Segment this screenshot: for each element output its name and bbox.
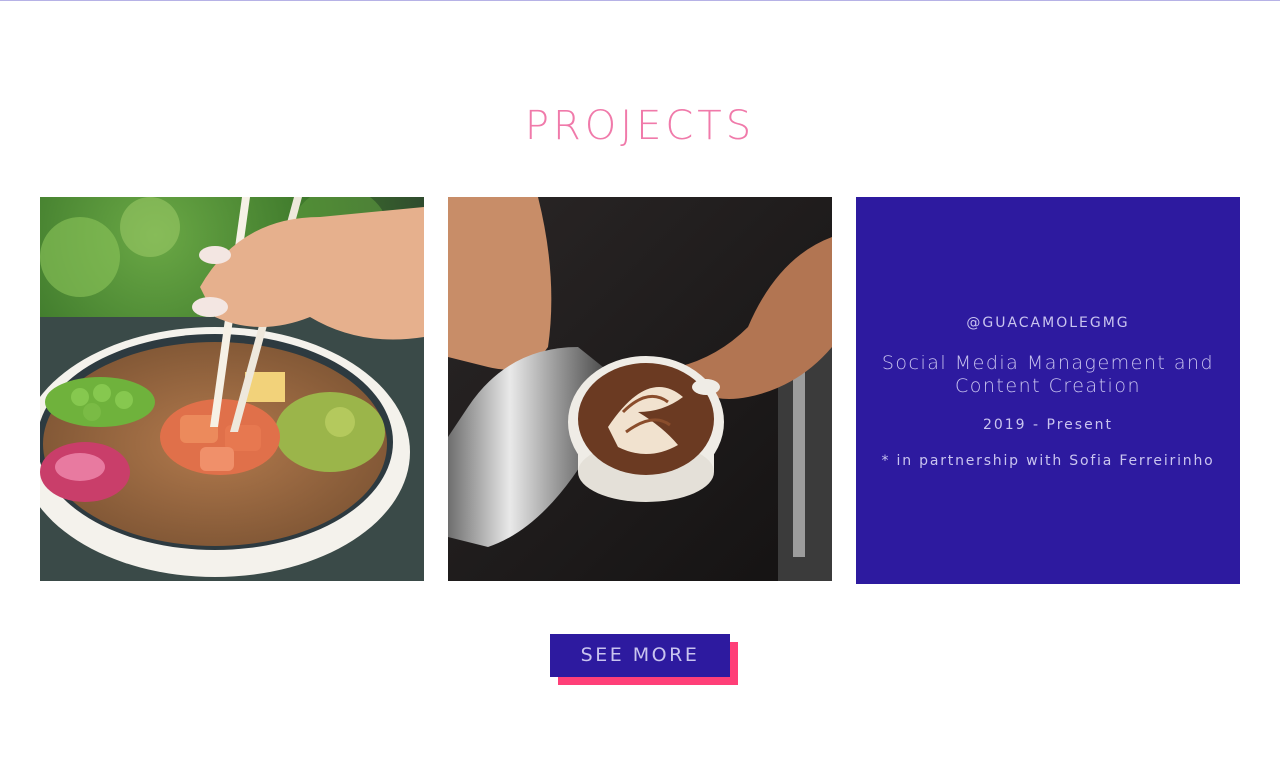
section-title: PROJECTS xyxy=(524,103,756,149)
latte-art-photo xyxy=(448,197,832,581)
see-more-button[interactable]: SEE MORE xyxy=(550,634,730,677)
poke-bowl-photo xyxy=(40,197,424,581)
project-handle: @GUACAMOLEGMG xyxy=(966,315,1130,331)
project-title: Social Media Management and Content Crea… xyxy=(881,352,1215,397)
project-card-latte[interactable] xyxy=(448,197,832,581)
project-years: 2019 - Present xyxy=(982,417,1114,433)
project-card-poke-bowl[interactable] xyxy=(40,197,424,581)
project-card-guacamole[interactable]: @GUACAMOLEGMG Social Media Management an… xyxy=(856,197,1240,584)
project-partner-note: * in partnership with Sofia Ferreirinho xyxy=(881,453,1215,469)
top-divider xyxy=(0,0,1280,1)
